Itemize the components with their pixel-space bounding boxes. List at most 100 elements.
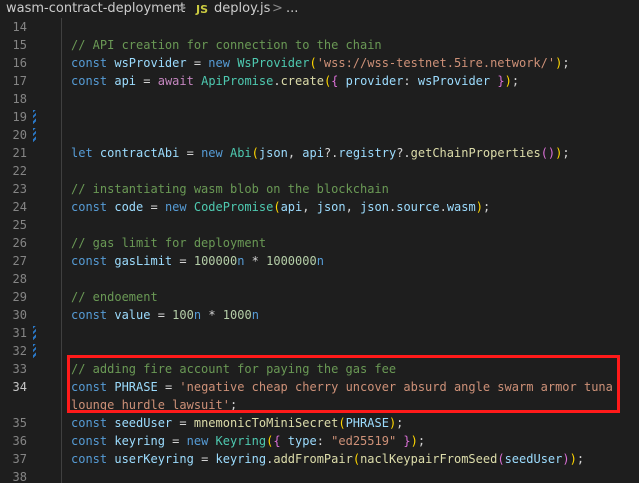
code-token: n [193, 308, 202, 322]
code-line[interactable]: 28 [0, 270, 639, 288]
code-line[interactable]: 18 [0, 90, 639, 108]
code-token: new [201, 146, 230, 160]
git-change-indicator[interactable] [33, 344, 36, 358]
code-token: registry [338, 146, 397, 160]
git-change-indicator[interactable] [33, 128, 36, 142]
code-text[interactable]: const wsProvider = new WsProvider('wss:/… [71, 54, 636, 72]
code-token: const [71, 434, 115, 448]
code-token: json [258, 146, 288, 160]
indent-guide [61, 90, 62, 108]
indent-guide [61, 18, 62, 36]
code-token: ; [576, 452, 585, 466]
code-text[interactable]: const userKeyring = keyring.addFromPair(… [71, 450, 636, 468]
code-token: type [287, 434, 317, 448]
code-text[interactable]: // gas limit for deployment [71, 234, 636, 252]
line-number: 33 [12, 362, 27, 376]
code-token: const [71, 416, 115, 430]
code-token: addFromPair [273, 452, 353, 466]
code-token: contractAbi [99, 146, 180, 160]
code-line[interactable]: 37 const userKeyring = keyring.addFromPai… [0, 450, 639, 468]
code-token: mnemonicToMiniSecret [193, 416, 339, 430]
code-line[interactable]: 30 const value = 100n * 1000n [0, 306, 639, 324]
code-token: api [114, 74, 137, 88]
code-token: ?. [396, 146, 411, 160]
code-token: provider [345, 74, 404, 88]
code-text[interactable]: const PHRASE = 'negative cheap cherry un… [71, 378, 636, 414]
code-line[interactable]: 36 const keyring = new Keyring({ type: "e… [0, 432, 639, 450]
breadcrumb-folder[interactable]: wasm-contract-deployment [6, 0, 185, 18]
code-token: ( [273, 200, 281, 214]
code-line[interactable]: 22 [0, 162, 639, 180]
code-text[interactable]: // adding fire account for paying the ga… [71, 360, 636, 378]
indent-guide [61, 36, 62, 54]
code-text[interactable]: // instantiating wasm blob on the blockc… [71, 180, 636, 198]
line-number: 15 [12, 38, 27, 52]
breadcrumb-file[interactable]: deploy.js [214, 0, 270, 18]
code-text[interactable]: const gasLimit = 100000n * 1000000n [71, 252, 636, 270]
code-text[interactable]: let contractAbi = new Abi(json, api?.reg… [71, 144, 636, 162]
code-token: 1000 [222, 308, 252, 322]
code-token: PHRASE [345, 416, 389, 430]
code-line[interactable]: 29 // endoement [0, 288, 639, 306]
code-token: new [186, 434, 216, 448]
code-line[interactable]: 31 [0, 324, 639, 342]
code-token: "ed25519" [331, 434, 397, 448]
code-line[interactable]: 27 const gasLimit = 100000n * 1000000n [0, 252, 639, 270]
code-line[interactable]: 15 // API creation for connection to the … [0, 36, 639, 54]
code-token: : [403, 74, 418, 88]
code-token: const [71, 254, 115, 268]
code-line[interactable]: 20 [0, 126, 639, 144]
code-line[interactable]: 33 // adding fire account for paying the … [0, 360, 639, 378]
code-line[interactable]: 23 // instantiating wasm blob on the bloc… [0, 180, 639, 198]
breadcrumb-more[interactable]: ... [286, 0, 298, 18]
line-number: 20 [12, 128, 27, 142]
code-token: = [136, 74, 158, 88]
code-token: () [540, 146, 556, 160]
indent-guide [61, 378, 62, 414]
code-line[interactable]: 35 const seedUser = mnemonicToMiniSecret(… [0, 414, 639, 432]
code-line[interactable]: 14 [0, 18, 639, 36]
code-line[interactable]: 16 const wsProvider = new WsProvider('wss… [0, 54, 639, 72]
code-token: ) [410, 434, 418, 448]
git-change-indicator[interactable] [33, 326, 36, 340]
indent-guide [61, 360, 62, 378]
code-line[interactable]: 26 // gas limit for deployment [0, 234, 639, 252]
git-change-indicator[interactable] [33, 110, 36, 124]
code-token: new [164, 200, 194, 214]
code-token: userKeyring [114, 452, 194, 466]
line-number: 37 [12, 452, 27, 466]
code-line[interactable]: 25 [0, 216, 639, 234]
code-token: code [114, 200, 144, 214]
code-text[interactable]: // API creation for connection to the ch… [71, 36, 636, 54]
line-number: 30 [12, 308, 27, 322]
indent-guide [61, 450, 62, 468]
line-number: 32 [12, 344, 27, 358]
code-token: await [157, 74, 202, 88]
code-token: . [439, 200, 447, 214]
line-number: 23 [12, 182, 27, 196]
code-line[interactable]: 38 [0, 468, 639, 483]
code-token: const [71, 74, 115, 88]
code-area[interactable]: 14 15 // API creation for connection to th… [0, 18, 639, 483]
code-text[interactable]: const seedUser = mnemonicToMiniSecret(PH… [71, 414, 636, 432]
indent-guide [61, 180, 62, 198]
code-line[interactable]: 34 const PHRASE = 'negative cheap cherry … [0, 378, 639, 414]
code-token: getChainProperties [410, 146, 541, 160]
code-token: , [345, 200, 361, 214]
code-line[interactable]: 32 [0, 342, 639, 360]
indent-guide [61, 72, 62, 90]
code-token: api [280, 200, 303, 214]
code-line[interactable]: 24 const code = new CodePromise(api, json… [0, 198, 639, 216]
code-text[interactable]: const value = 100n * 1000n [71, 306, 636, 324]
line-number: 34 [12, 380, 27, 394]
code-text[interactable]: const code = new CodePromise(api, json, … [71, 198, 636, 216]
code-text[interactable]: // endoement [71, 288, 636, 306]
code-line[interactable]: 19 [0, 108, 639, 126]
code-editor[interactable]: wasm-contract-deployment > JS deploy.js … [0, 0, 639, 483]
code-text[interactable]: const keyring = new Keyring({ type: "ed2… [71, 432, 636, 450]
code-token: ( [352, 452, 361, 466]
code-token: api [302, 146, 324, 160]
code-line[interactable]: 17 const api = await ApiPromise.create({ … [0, 72, 639, 90]
code-line[interactable]: 21 let contractAbi = new Abi(json, api?.r… [0, 144, 639, 162]
code-text[interactable]: const api = await ApiPromise.create({ pr… [71, 72, 636, 90]
